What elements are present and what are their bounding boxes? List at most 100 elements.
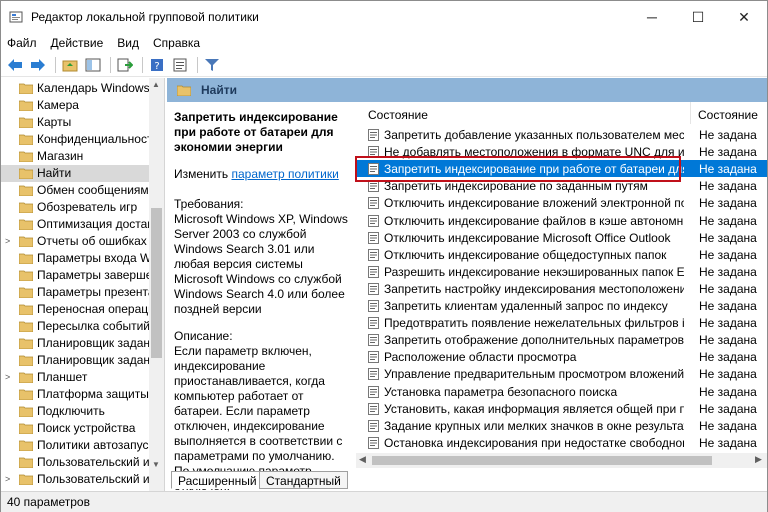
tree-item[interactable]: Карты: [1, 114, 151, 131]
maximize-button[interactable]: ☐: [675, 1, 721, 33]
tree-item[interactable]: Планировщик заданий: [1, 352, 151, 369]
policy-state: Не задана: [699, 299, 757, 313]
menu-action[interactable]: Действие: [51, 36, 104, 50]
policy-row[interactable]: Запретить клиентам удаленный запрос по и…: [356, 297, 767, 314]
tree-item[interactable]: Подключить: [1, 403, 151, 420]
column-divider[interactable]: [690, 102, 691, 124]
policy-row[interactable]: Запретить отображение дополнительных пар…: [356, 331, 767, 348]
up-folder-icon[interactable]: [60, 55, 80, 75]
folder-icon: [19, 100, 33, 111]
scroll-left-icon[interactable]: ◀: [359, 454, 366, 465]
tree-item-label: Параметры завершения: [37, 268, 151, 282]
edit-policy-link[interactable]: параметр политики: [231, 167, 338, 181]
policy-name: Предотвратить появление нежелательных фи…: [384, 316, 684, 331]
expand-chevron-icon[interactable]: >: [5, 372, 10, 382]
tree-item[interactable]: > Отчеты об ошибках Windows: [1, 233, 151, 250]
tree-item-label: Пользовательский инт: [37, 472, 151, 486]
policy-row[interactable]: Запретить настройку индексирования место…: [356, 280, 767, 297]
policy-row[interactable]: Задание крупных или мелких значков в окн…: [356, 417, 767, 434]
column-header-setting[interactable]: Состояние: [368, 108, 428, 122]
tree-item[interactable]: Политики автозапуска: [1, 437, 151, 454]
column-header-state[interactable]: Состояние: [698, 108, 758, 122]
tree-item[interactable]: > Планшет: [1, 369, 151, 386]
title-bar[interactable]: Редактор локальной групповой политики ─ …: [1, 1, 767, 33]
policy-row[interactable]: Отключить индексирование общедоступных п…: [356, 246, 767, 263]
tab-standard[interactable]: Стандартный: [259, 471, 348, 489]
folder-icon: [19, 406, 33, 417]
tree-item[interactable]: Переносная операционная: [1, 301, 151, 318]
tree-item-label: Параметры входа Windows: [37, 251, 151, 265]
properties-icon[interactable]: [170, 55, 190, 75]
menu-file[interactable]: Файл: [7, 36, 37, 50]
tree-item[interactable]: Планировщик заданий: [1, 335, 151, 352]
expand-chevron-icon[interactable]: >: [5, 474, 10, 484]
policy-name: Запретить настройку индексирования место…: [384, 281, 684, 296]
tree-item[interactable]: Параметры входа Windows: [1, 250, 151, 267]
tree-item[interactable]: Поиск устройства: [1, 420, 151, 437]
policy-state: Не задана: [699, 418, 757, 433]
filter-icon[interactable]: [202, 55, 222, 75]
close-button[interactable]: ✕: [721, 1, 767, 33]
tree-item[interactable]: Найти: [1, 165, 151, 182]
tree-item[interactable]: Пересылка событий: [1, 318, 151, 335]
policy-row[interactable]: Расположение области просмотра Не задана: [356, 348, 767, 365]
tree-item-label: Оптимизация доставки: [37, 217, 151, 231]
tree-item[interactable]: Параметры презентации: [1, 284, 151, 301]
tree-item[interactable]: Пользовательский инт: [1, 454, 151, 471]
help-icon[interactable]: ?: [147, 55, 167, 75]
scroll-up-icon[interactable]: ▲: [152, 80, 160, 89]
policy-state: Не задана: [699, 384, 757, 399]
policy-state: Не задана: [699, 333, 757, 348]
policy-row[interactable]: Предотвратить появление нежелательных фи…: [356, 314, 767, 331]
scroll-down-icon[interactable]: ▼: [152, 460, 160, 469]
list-scroll-thumb[interactable]: [372, 456, 712, 465]
policy-row[interactable]: Управление предварительным просмотром вл…: [356, 365, 767, 382]
tree-item[interactable]: Платформа защиты пр: [1, 386, 151, 403]
tree-item[interactable]: Обозреватель игр: [1, 199, 151, 216]
policy-name: Установить, какая информация является об…: [384, 401, 684, 416]
policy-row[interactable]: Остановка индексирования при недостатке …: [356, 434, 767, 451]
forward-arrow-icon[interactable]: [28, 55, 48, 75]
policy-row[interactable]: Отключить индексирование файлов в кэше а…: [356, 212, 767, 229]
policy-state: Не задана: [699, 367, 757, 382]
tree-item[interactable]: Камера: [1, 97, 151, 114]
minimize-button[interactable]: ─: [629, 1, 675, 33]
policy-tree[interactable]: Календарь Windows Камера Карты Конфиденциал…: [1, 78, 165, 491]
tree-item-label: Камера: [37, 98, 79, 112]
policy-row[interactable]: Отключить индексирование вложений электр…: [356, 194, 767, 211]
list-horizontal-scrollbar[interactable]: ◀ ▶: [356, 453, 767, 468]
folder-icon: [19, 304, 33, 315]
back-arrow-icon[interactable]: [5, 55, 25, 75]
tab-extended[interactable]: Расширенный: [171, 471, 264, 489]
tree-item[interactable]: Календарь Windows: [1, 80, 151, 97]
policy-row[interactable]: Установка параметра безопасного поиска Не…: [356, 383, 767, 400]
export-list-icon[interactable]: [115, 55, 135, 75]
menu-help[interactable]: Справка: [153, 36, 200, 50]
expand-chevron-icon[interactable]: >: [5, 236, 10, 246]
policy-name: Задание крупных или мелких значков в окн…: [384, 418, 684, 433]
folder-icon: [19, 151, 33, 162]
tree-item[interactable]: Параметры завершения: [1, 267, 151, 284]
policy-row[interactable]: Запретить добавление указанных пользоват…: [356, 126, 767, 143]
tree-item[interactable]: Магазин: [1, 148, 151, 165]
tree-scroll-thumb[interactable]: [151, 208, 162, 358]
toolbar-separator: [142, 56, 143, 73]
show-hide-tree-icon[interactable]: [83, 55, 103, 75]
policy-row[interactable]: Установить, какая информация является об…: [356, 400, 767, 417]
tree-item[interactable]: Оптимизация доставки: [1, 216, 151, 233]
policy-row[interactable]: Отключить индексирование Microsoft Offic…: [356, 229, 767, 246]
menu-bar: Файл Действие Вид Справка: [1, 33, 767, 53]
policy-row[interactable]: Разрешить индексирование некэшированных …: [356, 263, 767, 280]
folder-icon: [19, 236, 33, 247]
folder-header-title: Найти: [201, 83, 237, 97]
tree-vertical-scrollbar[interactable]: ▲ ▼: [149, 78, 164, 491]
scroll-right-icon[interactable]: ▶: [755, 454, 762, 465]
tree-item[interactable]: Конфиденциальность: [1, 131, 151, 148]
folder-icon: [19, 202, 33, 213]
tree-item[interactable]: > Пользовательский инт: [1, 471, 151, 488]
menu-view[interactable]: Вид: [117, 36, 139, 50]
policy-name: Отключить индексирование вложений электр…: [384, 196, 684, 211]
tree-item[interactable]: Обмен сообщениями: [1, 182, 151, 199]
folder-icon: [19, 457, 33, 468]
folder-icon: [19, 287, 33, 298]
